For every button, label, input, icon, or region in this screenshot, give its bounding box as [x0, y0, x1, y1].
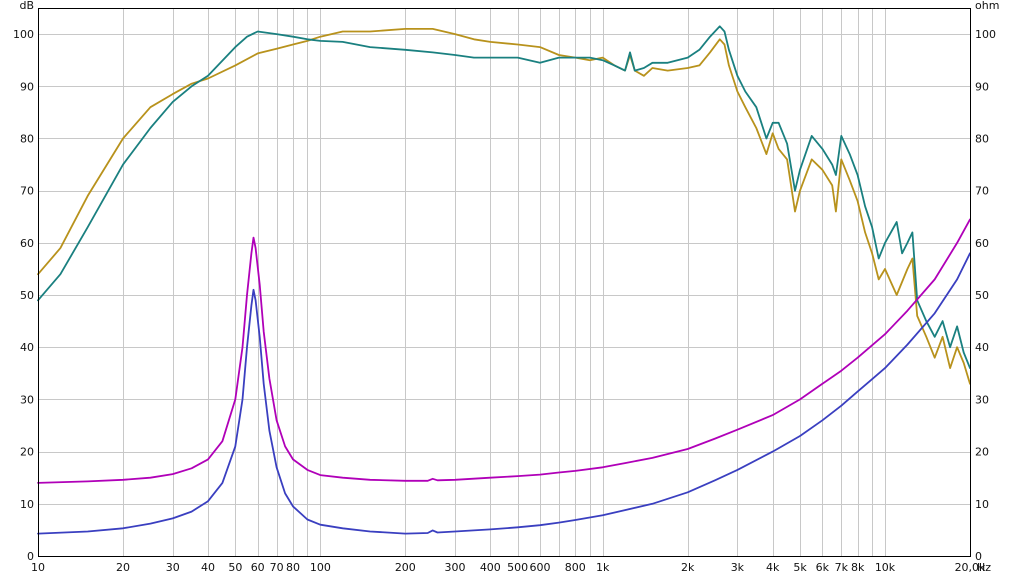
- x-tick-label: 100: [310, 561, 331, 574]
- right-y-tick-label: 80: [975, 132, 989, 145]
- x-tick-label: 50: [228, 561, 242, 574]
- x-axis-unit: Hz: [977, 561, 991, 574]
- right-y-tick-label: 90: [975, 80, 989, 93]
- right-y-tick-label: 20: [975, 446, 989, 459]
- left-y-tick-label: 20: [20, 446, 34, 459]
- right-y-tick-label: 60: [975, 237, 989, 250]
- right-y-tick-label: 50: [975, 289, 989, 302]
- left-y-tick-label: 70: [20, 185, 34, 198]
- left-y-tick-label: 40: [20, 341, 34, 354]
- right-y-tick-label: 30: [975, 393, 989, 406]
- right-y-tick-label: 40: [975, 341, 989, 354]
- right-y-tick-label: 100: [975, 28, 996, 41]
- tick-labels: 0102030405060708090100010203040506070809…: [13, 28, 996, 574]
- x-tick-label: 200: [395, 561, 416, 574]
- x-tick-label: 7k: [835, 561, 849, 574]
- x-tick-label: 8k: [851, 561, 865, 574]
- x-tick-label: 30: [166, 561, 180, 574]
- left-y-tick-label: 80: [20, 132, 34, 145]
- x-tick-label: 300: [445, 561, 466, 574]
- x-tick-label: 3k: [731, 561, 745, 574]
- x-tick-label: 10k: [875, 561, 896, 574]
- x-tick-label: 4k: [766, 561, 780, 574]
- right-y-tick-label: 10: [975, 498, 989, 511]
- series-lines: [37, 25, 971, 535]
- x-tick-label: 20: [116, 561, 130, 574]
- x-tick-label: 500: [507, 561, 528, 574]
- x-tick-label: 5k: [793, 561, 807, 574]
- x-tick-label: 1k: [596, 561, 610, 574]
- x-tick-label: 80: [286, 561, 300, 574]
- x-tick-label: 400: [480, 561, 501, 574]
- right-axis-unit: ohm: [975, 0, 999, 12]
- left-axis-unit: dB: [19, 0, 34, 12]
- x-tick-label: 40: [201, 561, 215, 574]
- frequency-impedance-chart: 0102030405060708090100010203040506070809…: [13, 0, 999, 574]
- left-y-tick-label: 90: [20, 80, 34, 93]
- x-tick-label: 2k: [681, 561, 695, 574]
- x-tick-label: 600: [530, 561, 551, 574]
- series-line-1: [37, 28, 971, 385]
- x-tick-label: 10: [31, 561, 45, 574]
- x-tick-label: 6k: [816, 561, 830, 574]
- left-y-tick-label: 50: [20, 289, 34, 302]
- x-tick-label: 70: [270, 561, 284, 574]
- left-y-tick-label: 10: [20, 498, 34, 511]
- left-y-tick-label: 30: [20, 393, 34, 406]
- left-y-tick-label: 100: [13, 28, 34, 41]
- right-y-tick-label: 70: [975, 185, 989, 198]
- x-tick-label: 60: [251, 561, 265, 574]
- series-line-3: [37, 218, 971, 484]
- left-y-tick-label: 60: [20, 237, 34, 250]
- series-line-2: [37, 25, 971, 369]
- x-tick-label: 800: [565, 561, 586, 574]
